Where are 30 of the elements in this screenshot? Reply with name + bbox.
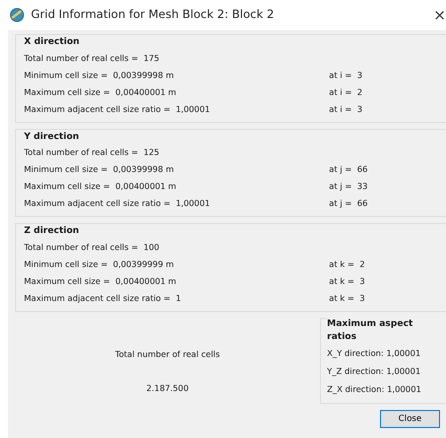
info-text: Maximum cell size = 0,00400001 m: [24, 86, 178, 98]
window-title: Grid Information for Mesh Block 2: Block 2: [31, 6, 274, 24]
aspect-text: Z_X direction: 1,00001: [327, 383, 422, 396]
info-text: Maximum adjacent cell size ratio = 1: [24, 292, 182, 304]
index-text: at j = 33: [329, 180, 368, 193]
info-text: Maximum adjacent cell size ratio = 1,00001: [24, 102, 212, 116]
app-icon: [10, 8, 24, 22]
info-text: Total number of real cells = 100: [24, 240, 160, 254]
info-text: Maximum adjacent cell size ratio = 1,00001: [24, 197, 212, 210]
info-text: Minimum cell size = 0,00399998 m: [24, 68, 175, 82]
info-text: Total number of real cells = 125: [24, 146, 160, 159]
aspect-text: X_Y direction: 1,00001: [327, 347, 422, 360]
index-text: at k = 3: [329, 292, 365, 304]
index-text: at k = 2: [329, 258, 365, 270]
index-text: at j = 66: [329, 163, 368, 176]
index-text: at i = 3: [329, 68, 362, 82]
total-value: 2.187.500: [146, 382, 189, 394]
info-text: Maximum cell size = 0,00400001 m: [24, 274, 178, 288]
index-text: at k = 3: [329, 274, 365, 288]
info-text: Minimum cell size = 0,00399999 m: [24, 258, 175, 270]
index-text: at i = 3: [329, 102, 362, 116]
close-button[interactable]: Close: [380, 410, 440, 428]
index-text: at j = 66: [329, 197, 368, 210]
aspect-text: Y_Z direction: 1,00001: [327, 365, 422, 378]
info-text: Total number of real cells = 175: [24, 52, 160, 64]
close-button[interactable]: ×: [422, 4, 446, 26]
info-text: Maximum cell size = 0,00400001 m: [24, 180, 178, 193]
index-text: at i = 2: [329, 86, 362, 98]
total-label: Total number of real cells: [115, 348, 220, 360]
info-text: Minimum cell size = 0,00399998 m: [24, 163, 175, 176]
